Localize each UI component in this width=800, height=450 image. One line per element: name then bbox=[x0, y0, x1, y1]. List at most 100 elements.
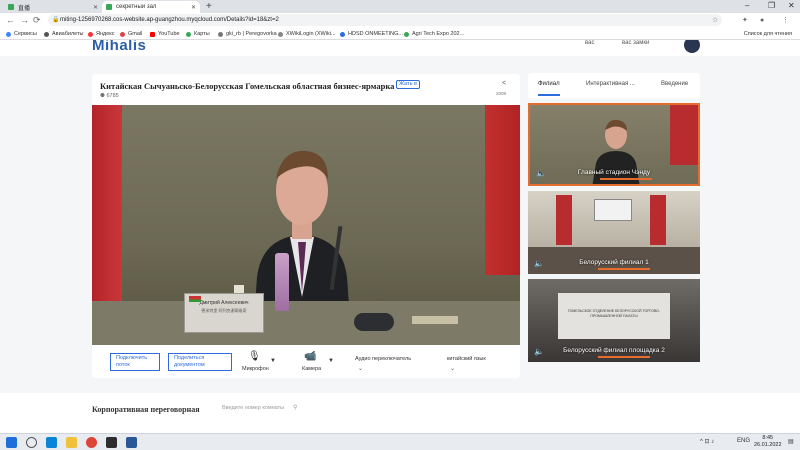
url-text: miting-1256970268.cos-website.ap-guangzh… bbox=[60, 17, 279, 23]
volume-icon[interactable]: 🔈 bbox=[534, 259, 544, 268]
address-bar[interactable]: 🔒 miting-1256970268.cos-website.ap-guang… bbox=[48, 14, 722, 26]
site-favicon-icon bbox=[8, 4, 14, 10]
bookmark-agritech[interactable]: Agri Tech Expo 202... bbox=[404, 30, 464, 38]
main-video[interactable]: Дмитрий Алексеевич 德米特里·阿列克谢耶维奇 bbox=[92, 105, 520, 345]
word-icon[interactable] bbox=[126, 437, 137, 448]
profile-icon[interactable]: ● bbox=[760, 16, 764, 25]
agritech-icon bbox=[404, 31, 409, 37]
bookmark-gmail[interactable]: Gmail bbox=[120, 30, 142, 38]
nameplate: Дмитрий Алексеевич 德米特里·阿列克谢耶维奇 bbox=[184, 293, 264, 333]
thumbnail-level-bar bbox=[598, 268, 650, 270]
yandex-icon bbox=[88, 31, 93, 37]
extensions-icon[interactable]: ✦ bbox=[742, 16, 748, 25]
tab-title: секретный зал bbox=[116, 4, 157, 10]
bookmark-yandex[interactable]: Яндекс bbox=[88, 30, 115, 38]
thumbnail-flag bbox=[670, 105, 698, 165]
room-number-input[interactable]: Введите номер комнаты bbox=[222, 405, 284, 411]
link-icon bbox=[218, 31, 223, 37]
site-header: Mihalis вас вас замки bbox=[0, 40, 800, 56]
notifications-icon[interactable]: ▤ bbox=[788, 438, 794, 445]
thumbnail-caption: Главный стадион Чэнду bbox=[577, 169, 651, 176]
branch-thumbnail[interactable]: Главный стадион Чэнду 🔈 bbox=[528, 103, 700, 186]
thumbnail-level-bar bbox=[600, 178, 652, 180]
tab-title: 直播 bbox=[18, 5, 31, 12]
apps-icon bbox=[6, 31, 11, 37]
bookmark-xwiki[interactable]: XWikiLogin (XWiki... bbox=[278, 30, 336, 38]
bookmark-gki[interactable]: gki_rb | Peregovorka bbox=[218, 30, 277, 38]
tab-branch[interactable]: Филиал bbox=[538, 81, 560, 87]
bookmark-hdsd[interactable]: HDSD ONMEETING... bbox=[340, 30, 403, 38]
branch-thumbnail[interactable]: ГОМЕЛЬСКОЕ ОТДЕЛЕНИЕ БЕЛОРУССКОЙ ТОРГОВО… bbox=[528, 279, 700, 362]
bookmark-youtube[interactable]: YouTube bbox=[150, 30, 180, 38]
folder-icon[interactable] bbox=[66, 437, 77, 448]
input-language[interactable]: ENG bbox=[737, 438, 750, 444]
tab-introduction[interactable]: Введение bbox=[661, 81, 688, 87]
app-icon[interactable] bbox=[106, 437, 117, 448]
search-icon[interactable] bbox=[26, 437, 37, 448]
star-icon[interactable]: ☆ bbox=[712, 16, 718, 25]
viewer-count-value: 6785 bbox=[106, 93, 119, 99]
share-icon[interactable]: < bbox=[502, 80, 506, 87]
bookmark-apps[interactable]: Сервисы bbox=[6, 30, 37, 38]
water-bottle bbox=[275, 253, 289, 311]
xwiki-icon bbox=[278, 31, 283, 37]
forward-icon[interactable]: → bbox=[20, 15, 29, 26]
chrome-icon[interactable] bbox=[86, 437, 97, 448]
camera-dropdown-icon[interactable]: ▼ bbox=[328, 358, 334, 364]
new-tab-button[interactable]: + bbox=[206, 1, 212, 12]
user-avatar[interactable] bbox=[684, 40, 700, 53]
bookmark-avia[interactable]: Авиабилеты bbox=[44, 30, 84, 38]
header-link[interactable]: вас bbox=[585, 40, 594, 46]
chevron-down-icon[interactable]: ⌄ bbox=[358, 365, 363, 372]
menu-icon[interactable]: ⋮ bbox=[782, 16, 789, 25]
thumbnail-screen bbox=[594, 199, 632, 221]
thumbnail-caption: Белорусский филиал 1 bbox=[579, 259, 649, 266]
system-clock[interactable]: 8:45 26.01.2022 bbox=[754, 435, 782, 449]
maximize-icon[interactable]: ❐ bbox=[768, 1, 775, 11]
camera-label: Камера bbox=[302, 366, 322, 372]
site-logo[interactable]: Mihalis bbox=[92, 40, 146, 54]
reload-icon[interactable]: ⟳ bbox=[33, 15, 41, 26]
language-dropdown[interactable]: китайский язык bbox=[447, 356, 486, 362]
live-stream-card: Китайская Сычуаньско-Белорусская Гомельс… bbox=[92, 74, 520, 378]
tray-icons[interactable]: ^ ⊡ ♪ bbox=[700, 438, 714, 445]
close-tab-icon[interactable]: ✕ bbox=[191, 4, 196, 11]
windows-start-icon[interactable] bbox=[6, 437, 17, 448]
minimize-icon[interactable]: – bbox=[745, 1, 749, 11]
chevron-down-icon[interactable]: ⌄ bbox=[450, 365, 455, 372]
tab-interactive[interactable]: Интерактивная ... bbox=[586, 81, 635, 87]
browser-tab-live[interactable]: 直播 ✕ bbox=[4, 1, 102, 13]
reading-list-link[interactable]: Список для чтения bbox=[744, 30, 792, 38]
event-title: Китайская Сычуаньско-Белорусская Гомельс… bbox=[100, 81, 395, 91]
clock-time: 8:45 bbox=[762, 435, 774, 441]
bookmark-maps[interactable]: Карты bbox=[186, 30, 210, 38]
microphone-icon[interactable]: 🎙 bbox=[248, 352, 261, 362]
camera-icon[interactable]: 📹 bbox=[304, 352, 316, 362]
site-favicon-icon bbox=[106, 4, 112, 10]
flag-right bbox=[485, 105, 520, 275]
audio-switch-dropdown[interactable]: Аудио переключатель bbox=[355, 356, 411, 362]
thumbnail-flag bbox=[556, 195, 572, 245]
volume-icon[interactable]: 🔈 bbox=[534, 347, 544, 356]
event-badge[interactable]: Жать в bbox=[396, 80, 420, 89]
viewer-count: ⚉ 6785 bbox=[100, 93, 119, 99]
connect-stream-button[interactable]: Подключить поток bbox=[110, 353, 160, 371]
volume-icon[interactable]: 🔈 bbox=[536, 169, 546, 178]
thumbnail-caption: Белорусский филиал площадка 2 bbox=[563, 347, 665, 354]
header-link[interactable]: вас замки bbox=[622, 40, 649, 46]
thumbnail-level-bar bbox=[598, 356, 650, 358]
microphone-dropdown-icon[interactable]: ▼ bbox=[270, 358, 276, 364]
back-icon[interactable]: ← bbox=[6, 15, 15, 26]
nameplate-chinese: 德米特里·阿列克谢耶维奇 bbox=[201, 308, 247, 313]
maps-icon bbox=[186, 31, 191, 37]
close-window-icon[interactable]: ✕ bbox=[788, 1, 795, 11]
desk-item bbox=[412, 316, 458, 324]
share-document-button[interactable]: Поделиться документом bbox=[168, 353, 232, 371]
browser-tab-secret-hall[interactable]: секретный зал ✕ bbox=[102, 1, 200, 13]
search-icon[interactable]: ⚲ bbox=[293, 404, 297, 411]
gmail-icon bbox=[120, 31, 125, 37]
branch-thumbnail[interactable]: Белорусский филиал 1 🔈 bbox=[528, 191, 700, 274]
edge-icon[interactable] bbox=[46, 437, 57, 448]
close-tab-icon[interactable]: ✕ bbox=[93, 4, 98, 11]
thumbnail-sign: ГОМЕЛЬСКОЕ ОТДЕЛЕНИЕ БЕЛОРУССКОЙ ТОРГОВО… bbox=[558, 293, 670, 339]
